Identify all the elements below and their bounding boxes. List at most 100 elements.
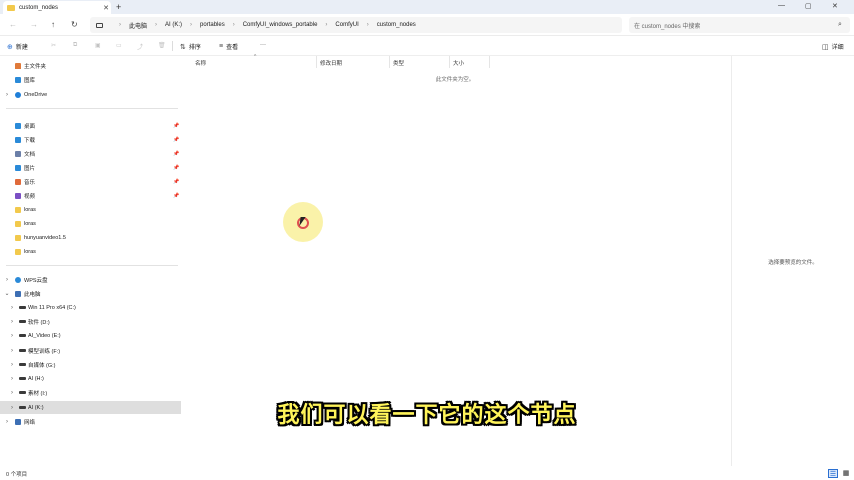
quick-access-item[interactable]: 视频 📌 <box>0 189 181 202</box>
column-size[interactable]: 大小 <box>450 56 490 68</box>
nav-item-home[interactable]: 主文件夹 <box>0 59 181 72</box>
nav-divider <box>6 108 178 109</box>
chevron-right-icon[interactable]: › <box>9 390 15 396</box>
chevron-right-icon[interactable]: › <box>190 22 192 28</box>
chevron-right-icon[interactable]: › <box>233 22 235 28</box>
refresh-button[interactable]: ↻ <box>71 20 78 29</box>
pin-icon[interactable]: 📌 <box>173 179 179 185</box>
quick-access-item[interactable]: loras <box>0 217 181 230</box>
copy-icon: ⧉ <box>73 42 78 48</box>
maximize-button[interactable]: ▢ <box>805 2 812 10</box>
nav-item-wps-cloud[interactable]: › WPS云盘 <box>0 273 181 286</box>
quick-access-item[interactable]: hunyuanvideo1.5 <box>0 231 181 244</box>
nav-label: 图库 <box>24 77 36 84</box>
breadcrumb-comfyui[interactable]: ComfyUI <box>335 22 358 28</box>
forward-button[interactable]: → <box>30 20 38 29</box>
chevron-right-icon[interactable]: › <box>119 22 121 28</box>
command-bar: ⊕ 新建 ✂ ⧉ ▣ ▭ ⤴ 🗑 ⇅ 排序 ≡ 查看 ··· ◫ 详细 <box>0 36 854 56</box>
new-label: 新建 <box>15 45 28 51</box>
more-options-button[interactable]: ··· <box>260 42 266 48</box>
chevron-right-icon[interactable]: › <box>9 362 15 368</box>
rename-button[interactable]: ▭ <box>116 42 122 49</box>
quick-access-item[interactable]: 图片 📌 <box>0 161 181 174</box>
tab-close-button[interactable]: ✕ <box>101 4 111 12</box>
details-pane-icon: ◫ <box>822 43 829 51</box>
up-button[interactable]: ↑ <box>51 20 55 29</box>
quick-access-item[interactable]: loras <box>0 203 181 216</box>
chevron-right-icon[interactable]: › <box>4 277 10 283</box>
chevron-down-icon[interactable]: ⌄ <box>4 290 10 297</box>
breadcrumb[interactable]: › 此电脑 › AI (K:) › portables › ComfyUI_wi… <box>90 17 622 33</box>
folder-icon <box>7 4 15 11</box>
quick-access-item[interactable]: 文档 📌 <box>0 147 181 160</box>
video-subtitle: 我们可以看一下它的这个节点 <box>277 403 577 428</box>
drive-item[interactable]: › AI_Video (E:) <box>0 329 181 342</box>
scissors-icon: ✂ <box>51 43 57 49</box>
search-placeholder: 在 custom_nodes 中搜索 <box>634 23 701 30</box>
drive-item[interactable]: › 自媒体 (G:) <box>0 358 181 371</box>
drive-item[interactable]: › AI (H:) <box>0 372 181 385</box>
drive-icon <box>19 377 26 380</box>
column-type[interactable]: 类型 <box>390 56 450 68</box>
chevron-right-icon[interactable]: › <box>9 348 15 354</box>
nav-label: 视频 <box>24 193 36 200</box>
tiles-view-button[interactable]: ▦ <box>841 469 851 478</box>
details-label: 详细 <box>831 45 844 51</box>
nav-label: AI (H:) <box>28 375 44 382</box>
chevron-right-icon[interactable]: › <box>367 22 369 28</box>
nav-label: 自媒体 (G:) <box>28 362 56 369</box>
chevron-right-icon[interactable]: › <box>155 22 157 28</box>
view-button[interactable]: ≡ 查看 <box>219 42 238 51</box>
delete-button[interactable]: 🗑 <box>158 42 166 49</box>
pin-icon[interactable]: 📌 <box>173 165 179 171</box>
nav-label: 桌面 <box>24 123 36 130</box>
tab-custom-nodes[interactable]: custom_nodes ✕ <box>3 1 111 14</box>
pin-icon[interactable]: 📌 <box>173 193 179 199</box>
minimize-button[interactable]: — <box>778 2 785 9</box>
close-button[interactable]: ✕ <box>832 2 838 10</box>
chevron-right-icon[interactable]: › <box>9 376 15 382</box>
download-icon <box>15 136 21 143</box>
drive-item[interactable]: › 模型训练 (F:) <box>0 344 181 357</box>
nav-item-onedrive[interactable]: › OneDrive <box>0 88 181 101</box>
breadcrumb-portables[interactable]: portables <box>200 22 225 28</box>
paste-button[interactable]: ▣ <box>95 42 101 49</box>
new-button[interactable]: ⊕ 新建 <box>7 42 28 52</box>
chevron-right-icon[interactable]: › <box>9 305 15 311</box>
breadcrumb-drive-k[interactable]: AI (K:) <box>165 22 182 28</box>
document-icon <box>15 150 21 157</box>
nav-item-this-pc[interactable]: ⌄ 此电脑 <box>0 287 181 300</box>
back-button[interactable]: ← <box>9 20 17 29</box>
share-icon: ⤴ <box>137 45 144 51</box>
breadcrumb-comfyui-portable[interactable]: ComfyUI_windows_portable <box>243 22 318 28</box>
pin-icon[interactable]: 📌 <box>173 151 179 157</box>
chevron-right-icon[interactable]: › <box>9 319 15 325</box>
share-button[interactable]: ⤴ <box>137 42 143 51</box>
quick-access-item[interactable]: 桌面 📌 <box>0 119 181 132</box>
breadcrumb-custom-nodes[interactable]: custom_nodes <box>377 22 416 28</box>
pin-icon[interactable]: 📌 <box>173 123 179 129</box>
quick-access-item[interactable]: loras <box>0 245 181 258</box>
drive-icon <box>19 349 26 352</box>
chevron-right-icon[interactable]: › <box>4 92 10 98</box>
quick-access-item[interactable]: 下载 📌 <box>0 133 181 146</box>
new-tab-button[interactable]: + <box>116 2 121 12</box>
search-input[interactable]: 在 custom_nodes 中搜索 ⌕ <box>629 17 850 33</box>
drive-item[interactable]: › 软件 (D:) <box>0 315 181 328</box>
breadcrumb-this-pc[interactable]: 此电脑 <box>129 21 147 30</box>
chevron-right-icon[interactable]: › <box>325 22 327 28</box>
copy-button[interactable]: ⧉ <box>73 42 77 49</box>
quick-access-item[interactable]: 音乐 📌 <box>0 175 181 188</box>
title-bar: custom_nodes ✕ + — ▢ ✕ <box>0 0 854 14</box>
drive-icon <box>19 306 26 309</box>
chevron-right-icon[interactable]: › <box>9 333 15 339</box>
nav-item-gallery[interactable]: 图库 <box>0 73 181 86</box>
drive-item[interactable]: › Win 11 Pro x64 (C:) <box>0 301 181 314</box>
pin-icon[interactable]: 📌 <box>173 137 179 143</box>
column-date-modified[interactable]: 修改日期 <box>317 56 390 68</box>
details-view-button[interactable]: ☰ <box>828 469 838 478</box>
details-pane-button[interactable]: ◫ 详细 <box>822 42 844 52</box>
sort-ascending-icon: ^ <box>254 54 257 60</box>
cut-button[interactable]: ✂ <box>51 42 56 49</box>
sort-button[interactable]: ⇅ 排序 <box>180 42 201 52</box>
